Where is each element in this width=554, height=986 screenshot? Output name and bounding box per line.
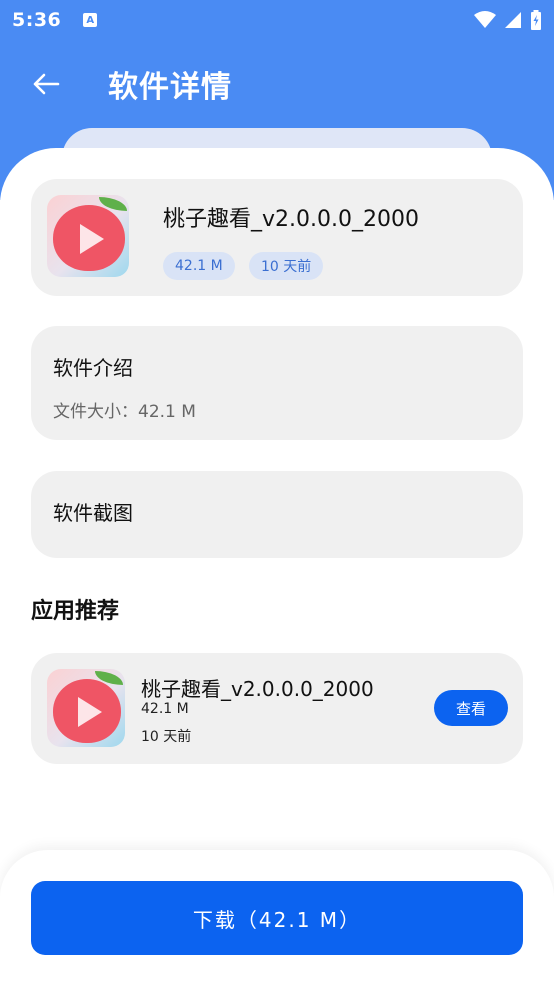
time-tag: 10 天前 (249, 252, 324, 280)
recommend-app-time: 10 天前 (141, 729, 192, 745)
play-icon (80, 224, 104, 254)
recommend-app-size: 42.1 M (141, 701, 189, 717)
download-button[interactable]: 下载（42.1 M） (31, 881, 523, 955)
intro-file-size: 文件大小：42.1 M (53, 402, 196, 422)
size-tag: 42.1 M (163, 252, 235, 280)
play-icon (78, 697, 102, 727)
app-info-card: 桃子趣看_v2.0.0.0_2000 42.1 M 10 天前 (31, 179, 523, 296)
recommend-app-icon (47, 669, 125, 747)
page-title: 软件详情 (108, 70, 232, 105)
signal-icon (505, 12, 521, 28)
app-name: 桃子趣看_v2.0.0.0_2000 (163, 207, 419, 232)
back-button[interactable] (26, 64, 66, 104)
recommend-item[interactable]: 桃子趣看_v2.0.0.0_2000 42.1 M 10 天前 查看 (31, 653, 523, 764)
status-time: 5:36 (12, 9, 62, 31)
wifi-icon (474, 11, 496, 28)
intro-card: 软件介绍 文件大小：42.1 M (31, 326, 523, 440)
battery-icon (531, 10, 541, 30)
intro-title: 软件介绍 (53, 356, 133, 380)
notification-icon: A (83, 13, 98, 27)
app-icon (47, 195, 129, 277)
status-bar: 5:36 A (0, 0, 554, 40)
arrow-left-icon (33, 73, 60, 95)
screenshots-card: 软件截图 (31, 471, 523, 558)
view-button[interactable]: 查看 (434, 690, 508, 726)
app-bar: 软件详情 (0, 48, 554, 120)
status-icons (474, 10, 542, 30)
recommend-section-title: 应用推荐 (31, 599, 120, 624)
screenshots-title: 软件截图 (53, 501, 133, 525)
recommend-app-name: 桃子趣看_v2.0.0.0_2000 (141, 677, 374, 701)
